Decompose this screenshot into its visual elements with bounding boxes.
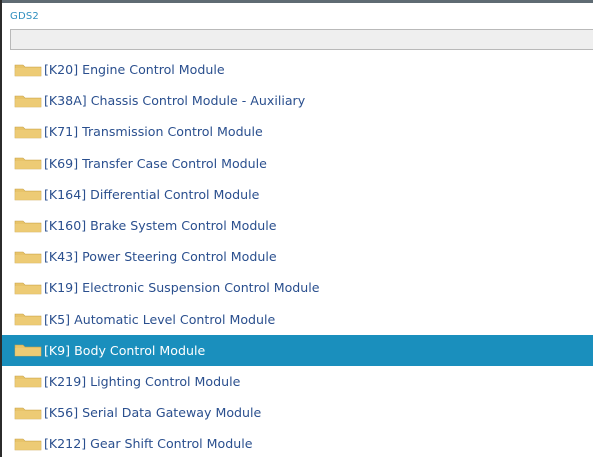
folder-icon	[14, 219, 42, 233]
list-item-k56[interactable]: [K56] Serial Data Gateway Module	[2, 397, 593, 428]
list-item-k219[interactable]: [K219] Lighting Control Module	[2, 366, 593, 397]
app-title: GDS2	[10, 10, 39, 22]
list-item-k212[interactable]: [K212] Gear Shift Control Module	[2, 428, 593, 457]
list-item-k20[interactable]: [K20] Engine Control Module	[2, 54, 593, 85]
list-item-k9-selected[interactable]: [K9] Body Control Module	[2, 334, 593, 366]
folder-icon	[14, 125, 42, 139]
list-item-label: [K71] Transmission Control Module	[44, 124, 263, 140]
list-item-k5[interactable]: [K5] Automatic Level Control Module	[2, 304, 593, 335]
folder-icon	[14, 406, 42, 420]
list-item-k19[interactable]: [K19] Electronic Suspension Control Modu…	[2, 272, 593, 303]
module-list: [K20] Engine Control Module [K38A] Chass…	[2, 54, 593, 457]
list-item-k43[interactable]: [K43] Power Steering Control Module	[2, 241, 593, 272]
list-item-label: [K9] Body Control Module	[44, 342, 206, 358]
list-item-k71[interactable]: [K71] Transmission Control Module	[2, 116, 593, 147]
folder-icon	[14, 63, 42, 77]
folder-icon	[14, 281, 42, 295]
list-item-label: [K212] Gear Shift Control Module	[44, 436, 253, 452]
list-item-k164[interactable]: [K164] Differential Control Module	[2, 179, 593, 210]
list-item-label: [K43] Power Steering Control Module	[44, 249, 277, 265]
list-item-k69[interactable]: [K69] Transfer Case Control Module	[2, 148, 593, 179]
folder-icon	[14, 250, 42, 264]
folder-icon	[14, 437, 42, 451]
folder-icon	[14, 312, 42, 326]
list-item-label: [K19] Electronic Suspension Control Modu…	[44, 280, 320, 296]
list-item-label: [K160] Brake System Control Module	[44, 218, 277, 234]
filter-input[interactable]	[11, 30, 593, 49]
list-item-k38a[interactable]: [K38A] Chassis Control Module - Auxiliar…	[2, 85, 593, 116]
folder-icon	[14, 94, 42, 108]
folder-open-icon	[14, 343, 42, 357]
list-item-label: [K164] Differential Control Module	[44, 186, 260, 202]
list-item-label: [K69] Transfer Case Control Module	[44, 155, 267, 171]
list-item-k160[interactable]: [K160] Brake System Control Module	[2, 210, 593, 241]
folder-icon	[14, 187, 42, 201]
title-bar: GDS2	[2, 3, 593, 29]
list-item-label: [K20] Engine Control Module	[44, 62, 225, 78]
folder-icon	[14, 156, 42, 170]
list-item-label: [K5] Automatic Level Control Module	[44, 311, 276, 327]
folder-icon	[14, 374, 42, 388]
list-item-label: [K38A] Chassis Control Module - Auxiliar…	[44, 93, 306, 109]
list-item-label: [K56] Serial Data Gateway Module	[44, 405, 262, 421]
app-window: GDS2 [K20] Engine Control Module [K38A] …	[0, 0, 593, 457]
filter-bar[interactable]	[10, 29, 593, 50]
list-item-label: [K219] Lighting Control Module	[44, 373, 241, 389]
